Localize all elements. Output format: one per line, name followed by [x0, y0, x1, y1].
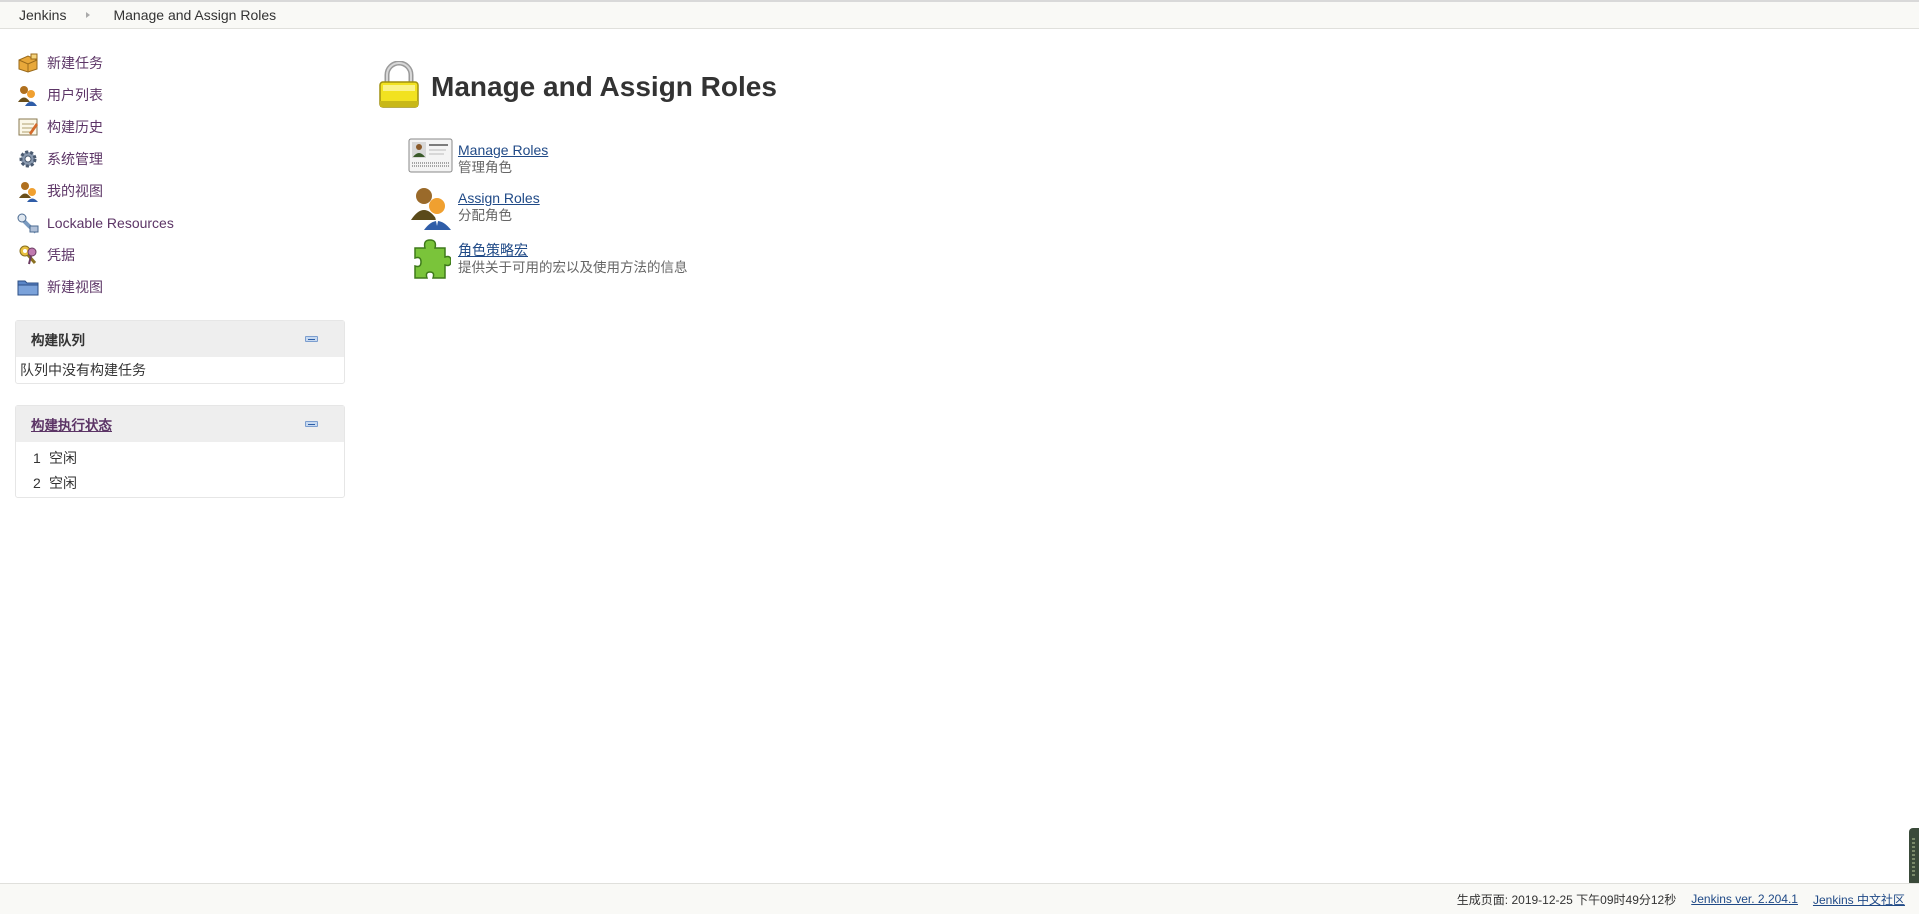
- sidebar-item-label[interactable]: Lockable Resources: [47, 215, 174, 231]
- sidebar-tasks: 新建任务 用户列表 构建历史 系统管理 我的视图 Lockable Resour…: [16, 47, 346, 303]
- sidebar-item-lockable-resources[interactable]: Lockable Resources: [16, 207, 346, 239]
- executor-status: 空闲: [49, 449, 77, 466]
- executors-title-link[interactable]: 构建执行状态: [31, 414, 112, 434]
- assign-roles-desc: 分配角色: [458, 208, 512, 223]
- people-icon[interactable]: [16, 84, 40, 106]
- user-icon[interactable]: [16, 180, 40, 202]
- sidebar-item-manage[interactable]: 系统管理: [16, 143, 346, 175]
- executors-header: 构建执行状态: [16, 406, 344, 442]
- sidebar-item-label[interactable]: 我的视图: [47, 181, 103, 201]
- id-card-icon[interactable]: [407, 138, 454, 182]
- breadcrumb-jenkins-link[interactable]: Jenkins: [19, 7, 66, 23]
- new-item-package-icon[interactable]: [16, 52, 40, 74]
- manage-roles-link[interactable]: Manage Roles: [458, 141, 548, 159]
- padlock-icon: [377, 60, 421, 112]
- footer: 生成页面: 2019-12-25 下午09时49分12秒 Jenkins ver…: [0, 883, 1919, 914]
- sidebar-item-label[interactable]: 用户列表: [47, 85, 103, 105]
- manage-roles-desc: 管理角色: [458, 160, 512, 175]
- collapse-icon[interactable]: [305, 336, 318, 342]
- notepad-icon[interactable]: [16, 116, 40, 138]
- gear-icon[interactable]: [16, 148, 40, 170]
- sidebar-item-label[interactable]: 构建历史: [47, 117, 103, 137]
- breadcrumb: Jenkins Manage and Assign Roles: [0, 0, 1919, 29]
- executor-number: 2: [33, 474, 41, 491]
- sidebar-item-label[interactable]: 新建任务: [47, 53, 103, 73]
- jenkins-community-link[interactable]: Jenkins 中文社区: [1813, 891, 1905, 908]
- build-queue-empty-text: 队列中没有构建任务: [20, 362, 146, 378]
- breadcrumb-chevron-icon[interactable]: [86, 12, 91, 18]
- sidebar-item-people[interactable]: 用户列表: [16, 79, 346, 111]
- role-macros-item: 角色策略宏 提供关于可用的宏以及使用方法的信息: [407, 238, 688, 282]
- lock-resource-icon[interactable]: [16, 212, 40, 234]
- collapse-icon[interactable]: [305, 421, 318, 427]
- build-queue-pane: 构建队列 队列中没有构建任务: [15, 320, 345, 384]
- executor-row: 1 空闲: [16, 445, 344, 470]
- jenkins-version-link[interactable]: Jenkins ver. 2.204.1: [1691, 892, 1798, 906]
- executor-row: 2 空闲: [16, 470, 344, 495]
- keys-icon[interactable]: [16, 244, 40, 266]
- sidebar-item-new-view[interactable]: 新建视图: [16, 271, 346, 303]
- role-macros-desc: 提供关于可用的宏以及使用方法的信息: [458, 260, 688, 275]
- assign-roles-item: Assign Roles 分配角色: [407, 186, 540, 230]
- footer-generated-time: 生成页面: 2019-12-25 下午09时49分12秒: [1456, 892, 1677, 907]
- folder-icon[interactable]: [16, 276, 40, 298]
- executor-number: 1: [33, 449, 41, 466]
- breadcrumb-current-link[interactable]: Manage and Assign Roles: [113, 7, 276, 23]
- manage-roles-item: Manage Roles 管理角色: [407, 138, 548, 182]
- sidebar-item-credentials[interactable]: 凭据: [16, 239, 346, 271]
- users-icon[interactable]: [407, 186, 454, 230]
- puzzle-piece-icon[interactable]: [407, 238, 454, 282]
- side-scroll-handle[interactable]: [1909, 828, 1919, 886]
- sidebar-item-label[interactable]: 系统管理: [47, 149, 103, 169]
- role-macros-link[interactable]: 角色策略宏: [458, 241, 688, 259]
- sidebar-item-label[interactable]: 新建视图: [47, 277, 103, 297]
- page-header: Manage and Assign Roles: [377, 60, 777, 112]
- build-queue-title: 构建队列: [31, 333, 85, 348]
- sidebar-item-build-history[interactable]: 构建历史: [16, 111, 346, 143]
- page-title: Manage and Assign Roles: [431, 70, 777, 102]
- executor-status: 空闲: [49, 474, 77, 491]
- build-queue-header: 构建队列: [16, 321, 344, 357]
- sidebar-item-my-views[interactable]: 我的视图: [16, 175, 346, 207]
- sidebar-item-label[interactable]: 凭据: [47, 245, 75, 265]
- executors-pane: 构建执行状态 1 空闲 2 空闲: [15, 405, 345, 498]
- sidebar-item-new-item[interactable]: 新建任务: [16, 47, 346, 79]
- assign-roles-link[interactable]: Assign Roles: [458, 189, 540, 207]
